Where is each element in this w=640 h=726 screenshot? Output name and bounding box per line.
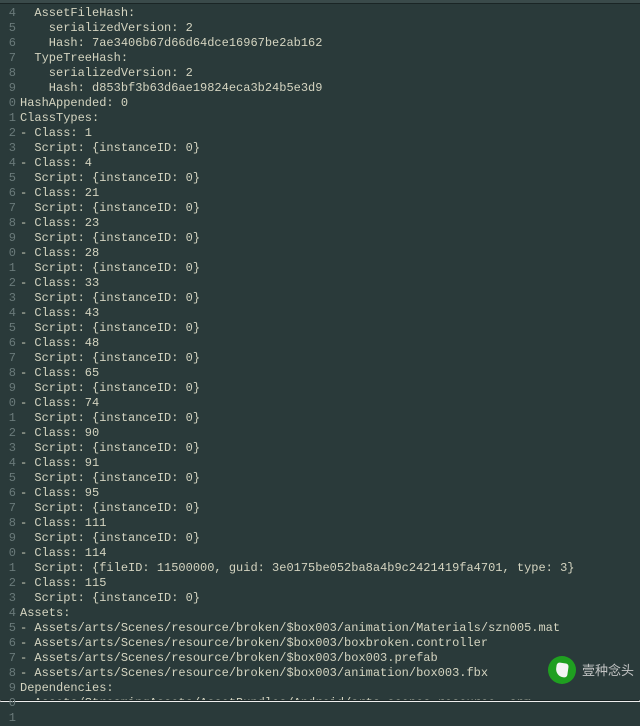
line-number: 1 <box>0 261 16 276</box>
code-line[interactable]: - Class: 33 <box>20 276 640 291</box>
code-line[interactable]: AssetFileHash: <box>20 6 640 21</box>
line-number: 8 <box>0 666 16 681</box>
line-number: 3 <box>0 291 16 306</box>
line-number: 0 <box>0 396 16 411</box>
line-number: 6 <box>0 36 16 51</box>
line-number: 0 <box>0 696 16 711</box>
code-line[interactable]: - Class: 4 <box>20 156 640 171</box>
code-line[interactable]: Script: {instanceID: 0} <box>20 231 640 246</box>
line-number: 5 <box>0 171 16 186</box>
code-line[interactable]: Script: {instanceID: 0} <box>20 381 640 396</box>
code-line[interactable]: Script: {instanceID: 0} <box>20 441 640 456</box>
line-number: 1 <box>0 411 16 426</box>
code-line[interactable]: Script: {instanceID: 0} <box>20 591 640 606</box>
line-number: 6 <box>0 486 16 501</box>
line-number: 0 <box>0 96 16 111</box>
line-number: 4 <box>0 6 16 21</box>
line-number: 0 <box>0 546 16 561</box>
watermark: 壹种念头 <box>548 656 634 684</box>
code-line[interactable]: - Class: 21 <box>20 186 640 201</box>
code-line[interactable]: Hash: d853bf3b63d6ae19824eca3b24b5e3d9 <box>20 81 640 96</box>
code-line[interactable]: serializedVersion: 2 <box>20 21 640 36</box>
line-number: 3 <box>0 441 16 456</box>
code-line[interactable]: - Class: 95 <box>20 486 640 501</box>
code-line[interactable]: - Assets/arts/Scenes/resource/broken/$bo… <box>20 621 640 636</box>
line-number: 2 <box>0 576 16 591</box>
line-number: 9 <box>0 81 16 96</box>
code-line[interactable]: TypeTreeHash: <box>20 51 640 66</box>
divider <box>0 700 640 702</box>
code-line[interactable]: - Class: 65 <box>20 366 640 381</box>
wechat-icon <box>548 656 576 684</box>
code-line[interactable]: Script: {instanceID: 0} <box>20 411 640 426</box>
line-number: 2 <box>0 276 16 291</box>
line-number: 3 <box>0 141 16 156</box>
code-line[interactable]: - Class: 43 <box>20 306 640 321</box>
line-number: 4 <box>0 306 16 321</box>
code-line[interactable]: HashAppended: 0 <box>20 96 640 111</box>
watermark-text: 壹种念头 <box>582 663 634 678</box>
line-number: 7 <box>0 651 16 666</box>
line-number: 9 <box>0 381 16 396</box>
line-number: 4 <box>0 606 16 621</box>
line-number: 6 <box>0 186 16 201</box>
code-line[interactable]: - Class: 23 <box>20 216 640 231</box>
code-line[interactable]: - Class: 115 <box>20 576 640 591</box>
line-number: 8 <box>0 366 16 381</box>
code-line[interactable]: - Class: 90 <box>20 426 640 441</box>
line-number: 7 <box>0 501 16 516</box>
line-number: 5 <box>0 621 16 636</box>
code-line[interactable]: Script: {instanceID: 0} <box>20 201 640 216</box>
code-line[interactable]: Script: {instanceID: 0} <box>20 471 640 486</box>
code-line[interactable]: - Assets/StreamingAssets/AssetBundles/An… <box>20 696 640 700</box>
line-number: 2 <box>0 426 16 441</box>
line-number: 1 <box>0 561 16 576</box>
code-line[interactable]: Assets: <box>20 606 640 621</box>
line-number: 5 <box>0 21 16 36</box>
code-line[interactable]: Script: {instanceID: 0} <box>20 141 640 156</box>
line-number: 5 <box>0 471 16 486</box>
code-line[interactable]: Script: {instanceID: 0} <box>20 261 640 276</box>
line-number: 3 <box>0 591 16 606</box>
code-line[interactable]: - Class: 1 <box>20 126 640 141</box>
code-line[interactable]: Script: {instanceID: 0} <box>20 321 640 336</box>
line-number: 7 <box>0 51 16 66</box>
code-line[interactable]: - Class: 111 <box>20 516 640 531</box>
code-line[interactable]: Script: {fileID: 11500000, guid: 3e0175b… <box>20 561 640 576</box>
code-line[interactable]: - Assets/arts/Scenes/resource/broken/$bo… <box>20 636 640 651</box>
line-number: 5 <box>0 321 16 336</box>
line-number: 0 <box>0 246 16 261</box>
line-number: 1 <box>0 111 16 126</box>
code-content[interactable]: AssetFileHash: serializedVersion: 2 Hash… <box>20 6 640 700</box>
code-line[interactable]: Script: {instanceID: 0} <box>20 531 640 546</box>
code-line[interactable]: Script: {instanceID: 0} <box>20 291 640 306</box>
line-number: 7 <box>0 351 16 366</box>
code-line[interactable]: - Class: 91 <box>20 456 640 471</box>
line-number: 6 <box>0 336 16 351</box>
code-line[interactable]: - Class: 48 <box>20 336 640 351</box>
code-line[interactable]: serializedVersion: 2 <box>20 66 640 81</box>
line-number-gutter: 4567890123456789012345678901234567890123… <box>0 6 20 700</box>
line-number: 9 <box>0 531 16 546</box>
line-number: 8 <box>0 516 16 531</box>
code-line[interactable]: - Class: 74 <box>20 396 640 411</box>
line-number: 8 <box>0 216 16 231</box>
line-number: 2 <box>0 126 16 141</box>
line-number: 4 <box>0 156 16 171</box>
code-line[interactable]: - Class: 28 <box>20 246 640 261</box>
code-line[interactable]: Script: {instanceID: 0} <box>20 171 640 186</box>
code-line[interactable]: Script: {instanceID: 0} <box>20 351 640 366</box>
code-line[interactable]: Hash: 7ae3406b67d66d64dce16967be2ab162 <box>20 36 640 51</box>
line-number: 8 <box>0 66 16 81</box>
code-line[interactable]: Script: {instanceID: 0} <box>20 501 640 516</box>
code-editor[interactable]: 4567890123456789012345678901234567890123… <box>0 4 640 700</box>
line-number: 7 <box>0 201 16 216</box>
line-number: 9 <box>0 681 16 696</box>
line-number: 9 <box>0 231 16 246</box>
code-line[interactable]: ClassTypes: <box>20 111 640 126</box>
code-line[interactable]: - Class: 114 <box>20 546 640 561</box>
line-number: 4 <box>0 456 16 471</box>
line-number: 6 <box>0 636 16 651</box>
